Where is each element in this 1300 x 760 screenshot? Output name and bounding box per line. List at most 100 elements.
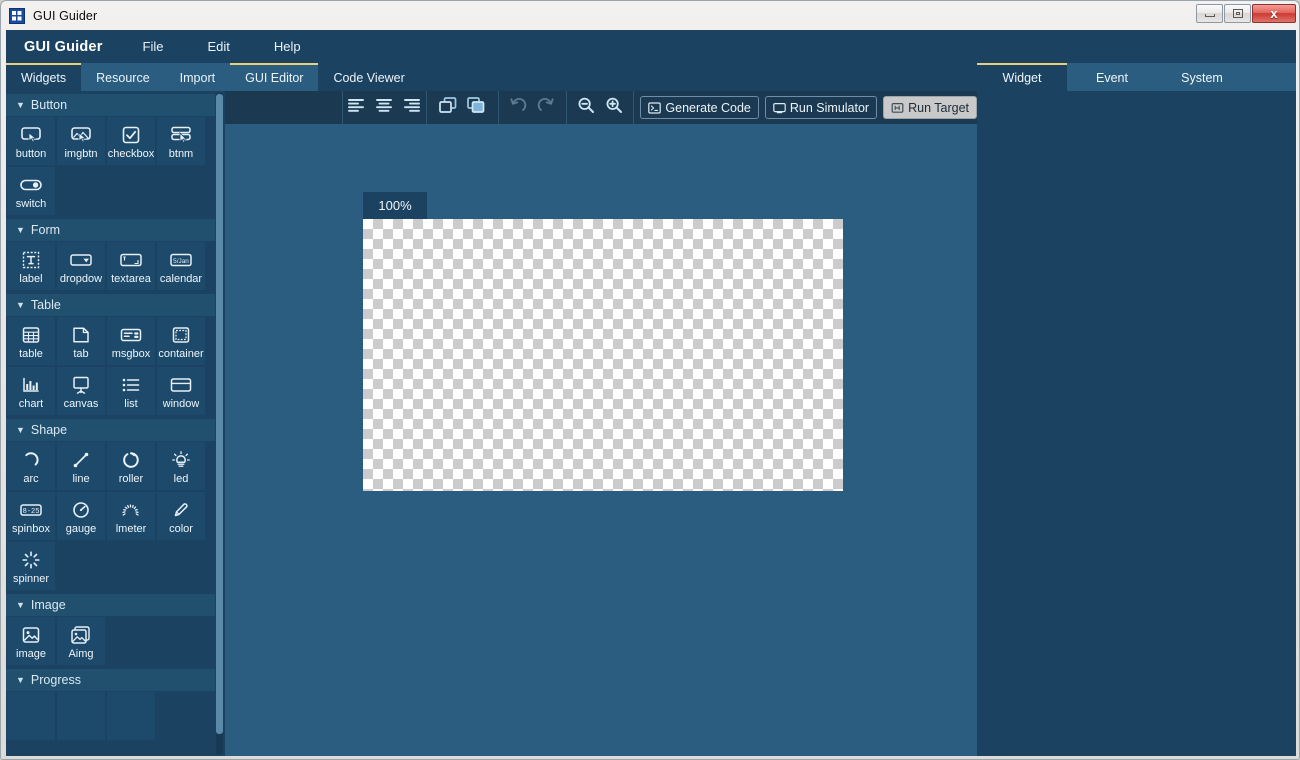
palette-section-form-label: Form <box>30 223 61 237</box>
terminal-icon <box>648 101 662 114</box>
maximize-button[interactable] <box>1224 4 1251 23</box>
palette-section-form[interactable]: ▼ Form <box>6 219 215 241</box>
maximize-icon <box>1232 9 1243 18</box>
run-target-button[interactable]: Run Target <box>883 96 978 119</box>
palette-item-tab[interactable]: tab <box>56 316 106 366</box>
palette-item-progress-3[interactable] <box>106 691 156 741</box>
palette-item-window[interactable]: window <box>156 366 206 416</box>
palette-scrollbar-thumb[interactable] <box>216 94 223 734</box>
palette-grid-shape: arc line roller led 8-25 spinbox gauge l… <box>6 441 215 591</box>
palette-item-line[interactable]: line <box>56 441 106 491</box>
switch-icon <box>16 173 46 197</box>
palette-item-calendar[interactable]: 5/Jan calendar <box>156 241 206 291</box>
close-button[interactable]: x <box>1252 4 1296 23</box>
tab-resource[interactable]: Resource <box>81 63 165 91</box>
minimize-button[interactable] <box>1196 4 1223 23</box>
image-icon <box>16 623 46 647</box>
palette-item-spinner[interactable]: spinner <box>6 541 56 591</box>
roller-icon <box>116 448 146 472</box>
palette-item-canvas-label: canvas <box>63 397 99 410</box>
palette-item-progress-1[interactable] <box>6 691 56 741</box>
palette-section-shape[interactable]: ▼ Shape <box>6 419 215 441</box>
tab-widgets[interactable]: Widgets <box>6 63 82 91</box>
tab-system[interactable]: System <box>1157 63 1247 91</box>
palette-cell-filler <box>106 541 156 591</box>
inspector-content <box>977 91 1296 756</box>
menu-item-help[interactable]: Help <box>252 30 323 63</box>
palette-grid-button: button imgbtn checkbox btnm switch <box>6 116 215 216</box>
tab-widget[interactable]: Widget <box>977 63 1067 91</box>
zoom-level-badge[interactable]: 100% <box>363 192 427 219</box>
button-icon <box>16 123 46 147</box>
palette-item-label[interactable]: label <box>6 241 56 291</box>
palette-item-btnm[interactable]: btnm <box>156 116 206 166</box>
tab-import[interactable]: Import <box>164 63 231 91</box>
palette-item-window-label: window <box>162 397 200 410</box>
palette-item-roller[interactable]: roller <box>106 441 156 491</box>
zoom-in-button[interactable] <box>600 91 628 124</box>
palette-item-chart[interactable]: chart <box>6 366 56 416</box>
application-window: GUI Guider x GUI Guider File Edit Help W… <box>0 0 1300 760</box>
align-center-button[interactable] <box>370 91 398 124</box>
chart-icon <box>16 373 46 397</box>
run-simulator-button[interactable]: Run Simulator <box>764 96 878 119</box>
redo-button[interactable] <box>532 91 560 124</box>
palette-item-image-label: image <box>16 647 46 660</box>
undo-icon <box>508 96 528 119</box>
run-simulator-label: Run Simulator <box>789 100 870 115</box>
palette-item-checkbox[interactable]: checkbox <box>106 116 156 166</box>
dropdown-icon <box>66 248 96 272</box>
tab-gui-editor[interactable]: GUI Editor <box>230 63 319 91</box>
palette-item-gauge[interactable]: gauge <box>56 491 106 541</box>
palette-item-container[interactable]: container <box>156 316 206 366</box>
undo-button[interactable] <box>504 91 532 124</box>
palette-item-dropdown[interactable]: dropdow <box>56 241 106 291</box>
zoom-out-button[interactable] <box>572 91 600 124</box>
palette-item-lmeter[interactable]: lmeter <box>106 491 156 541</box>
palette-section-image[interactable]: ▼ Image <box>6 594 215 616</box>
palette-item-switch[interactable]: switch <box>6 166 56 216</box>
palette-item-canvas[interactable]: canvas <box>56 366 106 416</box>
palette-item-arc-label: arc <box>23 472 39 485</box>
palette-item-list[interactable]: list <box>106 366 156 416</box>
palette-item-led[interactable]: led <box>156 441 206 491</box>
label-icon <box>16 248 46 272</box>
send-backward-button[interactable] <box>462 91 490 124</box>
tab-code-viewer[interactable]: Code Viewer <box>318 63 419 91</box>
design-canvas-area[interactable]: 100% <box>225 124 977 756</box>
align-left-button[interactable] <box>342 91 370 124</box>
palette-item-arc[interactable]: arc <box>6 441 56 491</box>
window-controls: x <box>1196 4 1296 23</box>
generate-code-button[interactable]: Generate Code <box>640 96 759 119</box>
application-body: GUI Guider File Edit Help Widgets Resour… <box>6 30 1296 756</box>
palette-item-button[interactable]: button <box>6 116 56 166</box>
arc-icon <box>16 448 46 472</box>
palette-section-button[interactable]: ▼ Button <box>6 94 215 116</box>
palette-item-imgbtn[interactable]: imgbtn <box>56 116 106 166</box>
menu-item-edit[interactable]: Edit <box>186 30 252 63</box>
palette-item-color[interactable]: color <box>156 491 206 541</box>
palette-item-spinner-label: spinner <box>12 572 50 585</box>
palette-item-textarea[interactable]: textarea <box>106 241 156 291</box>
color-picker-icon <box>166 498 196 522</box>
palette-item-aimg[interactable]: Aimg <box>56 616 106 666</box>
menu-item-file[interactable]: File <box>121 30 186 63</box>
bring-forward-button[interactable] <box>434 91 462 124</box>
calendar-icon: 5/Jan <box>166 248 196 272</box>
palette-section-progress[interactable]: ▼ Progress <box>6 669 215 691</box>
palette-cell-filler <box>106 166 156 216</box>
palette-section-table[interactable]: ▼ Table <box>6 294 215 316</box>
tab-event[interactable]: Event <box>1067 63 1157 91</box>
checkbox-icon <box>116 123 146 147</box>
palette-item-table[interactable]: table <box>6 316 56 366</box>
palette-item-msgbox[interactable]: msgbox <box>106 316 156 366</box>
line-icon <box>66 448 96 472</box>
palette-item-progress-2[interactable] <box>56 691 106 741</box>
align-right-button[interactable] <box>398 91 426 124</box>
palette-grid-table: table tab msgbox container chart canvas … <box>6 316 215 416</box>
palette-item-spinbox-label: spinbox <box>12 522 50 535</box>
palette-item-image[interactable]: image <box>6 616 56 666</box>
palette-item-spinbox[interactable]: 8-25 spinbox <box>6 491 56 541</box>
table-icon <box>16 323 46 347</box>
design-surface[interactable] <box>363 219 843 491</box>
